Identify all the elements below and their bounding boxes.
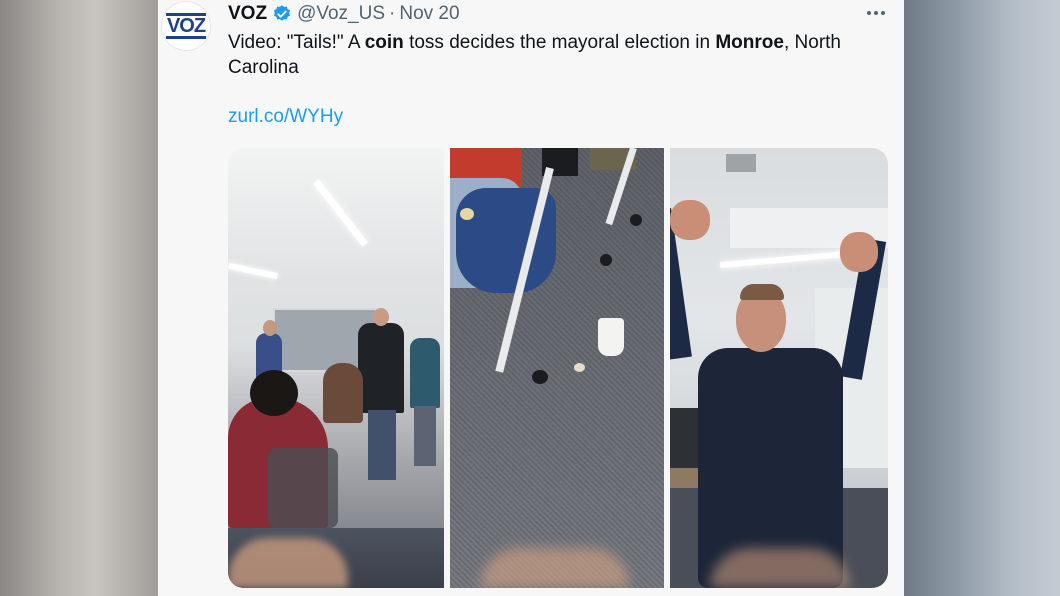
media-photo-room[interactable] bbox=[228, 148, 444, 588]
avatar[interactable]: VOZ bbox=[162, 2, 210, 50]
header-separator: · bbox=[389, 3, 396, 24]
media-grid[interactable] bbox=[228, 148, 888, 588]
tweet-text-middle: toss decides the mayoral election in bbox=[403, 32, 716, 53]
tweet-text-bold-monroe[interactable]: Monroe bbox=[715, 32, 784, 53]
background-right bbox=[904, 0, 1060, 596]
author-handle[interactable]: @Voz_US bbox=[297, 3, 385, 25]
tweet-text-prefix: Video: "Tails!" A bbox=[228, 32, 365, 53]
tweet-text: Video: "Tails!" A coin toss decides the … bbox=[228, 30, 888, 80]
tweet-date[interactable]: Nov 20 bbox=[399, 3, 459, 25]
verified-badge-icon bbox=[274, 5, 291, 21]
background-left bbox=[0, 0, 158, 596]
author-name[interactable]: VOZ bbox=[228, 3, 267, 25]
tweet-link[interactable]: zurl.co/WYHy bbox=[228, 106, 343, 128]
media-photo-celebration[interactable] bbox=[670, 148, 888, 588]
tweet-header: VOZ @Voz_US · Nov 20 bbox=[228, 3, 460, 25]
avatar-logo-text: VOZ bbox=[165, 13, 206, 39]
media-photo-floor[interactable] bbox=[450, 148, 664, 588]
tweet-card[interactable]: VOZ VOZ @Voz_US · Nov 20 Video: "Tails!"… bbox=[158, 0, 904, 596]
more-options-icon[interactable] bbox=[864, 2, 888, 24]
tweet-text-bold-coin[interactable]: coin bbox=[365, 32, 404, 53]
